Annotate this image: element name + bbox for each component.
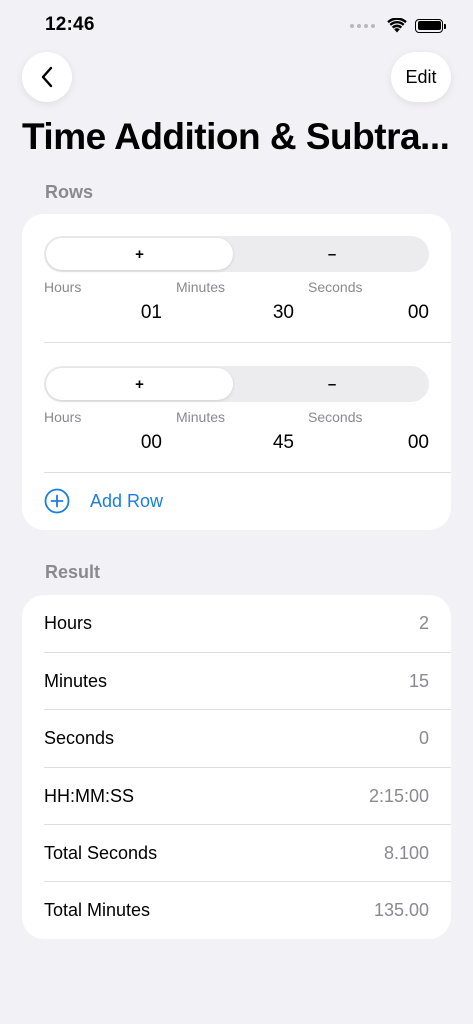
divider	[44, 342, 451, 343]
minutes-label: Minutes	[176, 279, 226, 295]
result-value: 0	[418, 728, 429, 748]
result-row-total-seconds: Total Seconds 8.100	[44, 825, 429, 882]
result-label: Hours	[44, 613, 93, 633]
seconds-label: Seconds	[308, 279, 363, 295]
cellular-signal-icon	[350, 23, 375, 28]
plus-segment[interactable]: +	[46, 368, 233, 400]
result-label: Minutes	[44, 671, 108, 691]
hours-input[interactable]: 00	[44, 432, 162, 454]
plus-segment[interactable]: +	[46, 238, 233, 270]
result-label: Total Seconds	[44, 843, 158, 863]
add-row-label: Add Row	[90, 490, 164, 511]
minutes-input[interactable]: 45	[176, 432, 294, 454]
operation-segmented-control: + –	[44, 236, 429, 272]
back-button[interactable]	[22, 52, 72, 102]
operation-segmented-control: + –	[44, 366, 429, 402]
result-label: HH:MM:SS	[44, 786, 134, 806]
minus-segment[interactable]: –	[237, 368, 427, 400]
result-value: 8.100	[383, 843, 429, 863]
status-bar: 12:46	[0, 0, 473, 52]
minutes-input[interactable]: 30	[176, 302, 294, 324]
chevron-left-icon	[41, 66, 53, 88]
seconds-input[interactable]: 00	[308, 432, 429, 454]
battery-icon	[415, 18, 446, 33]
result-value: 2	[418, 613, 429, 633]
result-row-seconds: Seconds 0	[44, 710, 429, 767]
plus-circle-icon	[44, 488, 70, 514]
result-row-total-minutes: Total Minutes 135.00	[44, 882, 429, 939]
seconds-label: Seconds	[308, 409, 363, 425]
result-value: 2:15:00	[368, 786, 429, 806]
result-row-hours: Hours 2	[44, 595, 429, 652]
result-label: Total Minutes	[44, 900, 151, 920]
time-row: + – Hours Minutes Seconds 00 45 00	[44, 366, 429, 466]
add-row-button[interactable]: Add Row	[44, 488, 163, 514]
page-title: Time Addition & Subtra...	[22, 116, 450, 157]
minutes-label: Minutes	[176, 409, 226, 425]
hours-input[interactable]: 01	[44, 302, 162, 324]
rows-section-header: Rows	[45, 182, 94, 202]
status-time: 12:46	[45, 14, 95, 35]
status-icons	[350, 18, 446, 33]
result-label: Seconds	[44, 728, 115, 748]
seconds-input[interactable]: 00	[308, 302, 429, 324]
minus-segment[interactable]: –	[237, 238, 427, 270]
wifi-icon	[387, 18, 407, 33]
result-row-minutes: Minutes 15	[44, 653, 429, 710]
result-card: Hours 2 Minutes 15 Seconds 0 HH:MM:SS 2:…	[22, 595, 451, 939]
result-row-hhmmss: HH:MM:SS 2:15:00	[44, 768, 429, 825]
result-value: 15	[408, 671, 429, 691]
result-value: 135.00	[373, 900, 429, 920]
rows-card: + – Hours Minutes Seconds 01 30 00 + – H…	[22, 214, 451, 530]
time-row: + – Hours Minutes Seconds 01 30 00	[44, 236, 429, 336]
result-section-header: Result	[45, 562, 101, 582]
hours-label: Hours	[44, 409, 82, 425]
divider	[44, 472, 451, 473]
hours-label: Hours	[44, 279, 82, 295]
edit-button[interactable]: Edit	[391, 52, 451, 102]
